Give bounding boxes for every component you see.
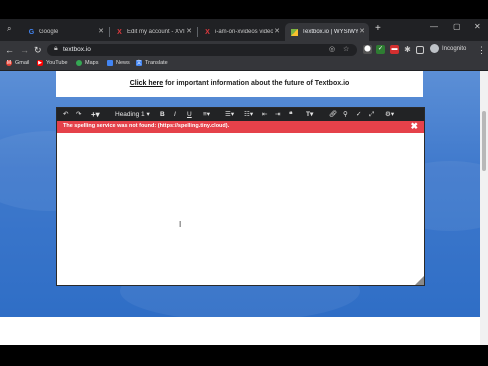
bookmark-label: News <box>116 60 130 66</box>
close-tab-icon[interactable]: ✕ <box>274 27 280 35</box>
scrollbar-thumb[interactable] <box>482 111 486 171</box>
underline-icon[interactable]: U <box>187 110 192 119</box>
blockquote-icon[interactable]: ❝ <box>289 110 293 119</box>
reload-icon[interactable]: ↻ <box>34 44 42 56</box>
tab-title: Google <box>39 29 59 35</box>
minimize-icon[interactable]: — <box>430 22 438 31</box>
bookmark-gmail[interactable]: M Gmail <box>6 60 29 66</box>
tab-textbox[interactable]: Textbox.io | WYSIWYG HTML ✕ <box>285 23 369 41</box>
incognito-profile[interactable]: Incognito <box>430 44 466 53</box>
notice-text: for important information about the futu… <box>163 80 350 87</box>
extensions-puzzle-icon[interactable]: ✱ <box>403 45 412 54</box>
tab-strip: ⌕ G Google ✕ X Edit my account - XVIDEOS… <box>0 19 488 41</box>
bold-icon[interactable]: B <box>160 110 165 119</box>
bookmark-translate[interactable]: 文 Translate <box>136 60 168 66</box>
text-style-icon[interactable]: T▾ <box>306 110 313 119</box>
address-toolbar: ← → ↻ 🔒︎ textbox.io ◎ ☆ ⬤ ✓ ▬ ✱ Incognit… <box>0 41 488 59</box>
editor-toolbar: ↶ ↷ +▾ Heading 1 ▾ B I U ≡▾ ☰▾ ☷▾ ⇤ ⇥ ❝ … <box>57 108 424 121</box>
tab-title: Textbox.io | WYSIWYG HTML <box>302 29 358 35</box>
italic-icon[interactable]: I <box>174 110 176 119</box>
bookmark-label: Translate <box>145 60 168 66</box>
new-tab-icon[interactable]: + <box>375 24 381 34</box>
news-icon <box>107 60 113 66</box>
insert-plus-icon[interactable]: +▾ <box>91 110 100 119</box>
error-message: The spelling service was not found: (htt… <box>63 123 230 129</box>
back-icon[interactable]: ← <box>5 44 14 56</box>
window-close-icon[interactable]: ✕ <box>474 22 481 31</box>
xvideos-icon: X <box>205 28 210 36</box>
tab-title: Edit my account - XVIDEOS <box>127 29 185 35</box>
bookmark-label: YouTube <box>46 60 68 66</box>
outdent-icon[interactable]: ⇤ <box>262 110 267 119</box>
align-icon[interactable]: ≡▾ <box>203 110 210 119</box>
link-icon[interactable]: 🔗︎ <box>329 110 337 119</box>
heading-select-value: Heading 1 <box>115 111 145 118</box>
google-icon: G <box>28 28 35 36</box>
gmail-icon: M <box>6 60 12 66</box>
bookmark-youtube[interactable]: ▶ YouTube <box>37 60 68 66</box>
tab-title: i-am-on-xvideos videos <box>215 29 273 35</box>
address-bar[interactable]: 🔒︎ textbox.io ◎ ☆ <box>47 44 357 56</box>
resize-handle-icon[interactable] <box>415 276 424 285</box>
url-text: textbox.io <box>63 46 91 53</box>
spellcheck-icon[interactable]: ✓ <box>356 110 361 119</box>
tab-edit-account[interactable]: X Edit my account - XVIDEOS ✕ <box>110 23 196 41</box>
tab-search-icon[interactable]: ⌕ <box>7 24 11 33</box>
text-cursor-icon: I <box>179 220 182 229</box>
profile-label: Incognito <box>442 45 467 52</box>
undo-icon[interactable]: ↶ <box>63 110 68 119</box>
redo-icon[interactable]: ↷ <box>76 110 81 119</box>
find-icon[interactable]: ⚲ <box>343 110 348 119</box>
spelling-error-banner: The spelling service was not found: (htt… <box>57 121 424 133</box>
lock-icon: 🔒︎ <box>54 45 58 52</box>
extension-green-icon[interactable]: ✓ <box>376 45 385 54</box>
incognito-icon <box>430 44 439 53</box>
bookmarks-bar: M Gmail ▶ YouTube Maps News 文 Translate <box>0 59 488 71</box>
textbox-icon <box>291 28 298 36</box>
youtube-icon: ▶ <box>37 60 43 66</box>
fullscreen-icon[interactable]: ⤢ <box>369 110 374 119</box>
close-tab-icon[interactable]: ✕ <box>186 27 192 35</box>
textbox-editor[interactable]: ↶ ↷ +▾ Heading 1 ▾ B I U ≡▾ ☰▾ ☷▾ ⇤ ⇥ ❝ … <box>56 107 425 286</box>
forward-icon[interactable]: → <box>20 44 29 56</box>
bookmark-news[interactable]: News <box>107 60 130 66</box>
close-tab-icon[interactable]: ✕ <box>98 27 104 35</box>
close-tab-icon[interactable]: ✕ <box>359 27 365 35</box>
maps-icon <box>76 60 82 66</box>
side-panel-icon[interactable] <box>416 46 424 54</box>
extension-icon[interactable]: ⬤ <box>363 45 372 54</box>
numbered-list-icon[interactable]: ☷▾ <box>244 110 253 119</box>
bookmark-star-icon[interactable]: ☆ <box>343 45 349 53</box>
page-scrollbar[interactable] <box>480 71 488 345</box>
tab-google[interactable]: G Google ✕ <box>22 23 108 41</box>
xvideos-icon: X <box>117 28 122 36</box>
eye-off-icon[interactable]: ◎ <box>329 45 335 53</box>
maximize-icon[interactable]: ▢ <box>453 22 461 31</box>
translate-icon: 文 <box>136 60 142 66</box>
page-content: Click here for important information abo… <box>0 71 480 345</box>
bookmark-label: Gmail <box>15 60 30 66</box>
extension-red-icon[interactable]: ▬ <box>390 45 399 54</box>
tab-videos[interactable]: X i-am-on-xvideos videos ✕ <box>198 23 284 41</box>
bookmark-label: Maps <box>85 60 99 66</box>
settings-gear-icon[interactable]: ⚙▾ <box>385 110 394 119</box>
menu-icon[interactable]: ⋮ <box>477 44 486 56</box>
bookmark-maps[interactable]: Maps <box>76 60 98 66</box>
bullet-list-icon[interactable]: ☰▾ <box>225 110 234 119</box>
click-here-link[interactable]: Click here <box>130 80 163 87</box>
indent-icon[interactable]: ⇥ <box>275 110 280 119</box>
notice-banner: Click here for important information abo… <box>56 71 423 97</box>
close-error-icon[interactable]: ✖ <box>410 121 418 132</box>
heading-select[interactable]: Heading 1 ▾ <box>115 110 150 119</box>
browser-window: ⌕ G Google ✕ X Edit my account - XVIDEOS… <box>0 19 488 345</box>
